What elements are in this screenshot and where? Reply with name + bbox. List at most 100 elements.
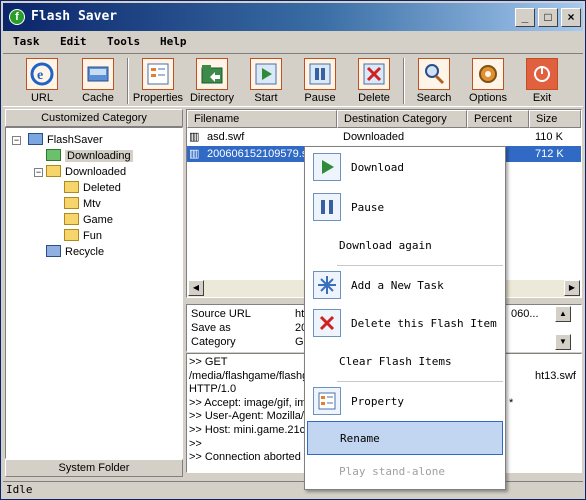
add-task-icon [313, 271, 341, 299]
toolbar-separator [127, 58, 129, 104]
menu-item-label: Rename [340, 432, 380, 445]
tree-node-flashsaver[interactable]: FlashSaver [28, 132, 103, 148]
downloading-folder-icon [46, 149, 61, 161]
scroll-left-button[interactable]: ◀ [188, 280, 204, 296]
pause-icon [313, 193, 341, 221]
tree-node-downloading[interactable]: Downloading [46, 148, 133, 164]
customized-category-header[interactable]: Customized Category [5, 109, 183, 127]
menu-task[interactable]: Task [13, 35, 40, 48]
column-header-percent[interactable]: Percent [467, 110, 529, 128]
tree-node-downloaded[interactable]: Downloaded [46, 164, 126, 180]
menu-help[interactable]: Help [160, 35, 187, 48]
menu-item-label: Download [351, 161, 404, 174]
search-button[interactable]: Search [407, 56, 461, 106]
property-icon [313, 387, 341, 415]
menu-separator [337, 265, 503, 266]
folder-icon [64, 213, 79, 225]
tree-node-deleted[interactable]: Deleted [64, 180, 121, 196]
column-header-filename[interactable]: Filename [187, 110, 337, 128]
scroll-right-button[interactable]: ▶ [564, 280, 580, 296]
log-text: >> [189, 437, 202, 450]
tree-collapse-toggle[interactable]: − [34, 168, 43, 177]
pause-button[interactable]: Pause [293, 56, 347, 106]
detail-label: Source URL [191, 308, 251, 320]
menu-item-add-new-task[interactable]: Add a New Task [307, 269, 503, 303]
exit-button[interactable]: Exit [515, 56, 569, 106]
menu-edit[interactable]: Edit [60, 35, 87, 48]
log-text: HTTP/1.0 [189, 383, 237, 396]
menu-tools[interactable]: Tools [107, 35, 140, 48]
menu-item-label: Pause [351, 201, 385, 214]
menu-item-clear-flash-items[interactable]: Clear Flash Items [307, 345, 503, 379]
scroll-down-button[interactable]: ▼ [555, 334, 571, 350]
downloaded-folder-icon [46, 165, 61, 177]
tree-collapse-toggle[interactable]: − [12, 136, 21, 145]
log-text: >> Connection aborted o [189, 451, 311, 464]
tree-label: FlashSaver [47, 134, 103, 146]
delete-button[interactable]: Delete [347, 56, 401, 106]
menu-item-label: Property [351, 395, 404, 408]
tree-node-recycle[interactable]: Recycle [46, 244, 104, 260]
pause-icon [304, 58, 336, 90]
tree-label: Fun [83, 230, 102, 242]
menu-separator [337, 381, 503, 382]
menu-item-download[interactable]: Download [307, 151, 503, 185]
directory-button[interactable]: Directory [185, 56, 239, 106]
cache-icon [82, 58, 114, 90]
start-button[interactable]: Start [239, 56, 293, 106]
log-text-tail: * [509, 396, 514, 409]
url-button[interactable]: e URL [15, 56, 69, 106]
delete-icon [358, 58, 390, 90]
detail-label: Category [191, 336, 236, 348]
table-row[interactable]: ▥ asd.swf Downloaded 110 K [187, 129, 581, 145]
tree-node-game[interactable]: Game [64, 212, 113, 228]
properties-button-label: Properties [132, 92, 184, 104]
menu-item-rename[interactable]: Rename [307, 421, 503, 455]
column-header-category[interactable]: Destination Category [337, 110, 467, 128]
cache-button-label: Cache [82, 92, 114, 104]
log-text: >> Host: mini.game.21cn [189, 423, 312, 436]
menu-item-label: Play stand-alone [339, 465, 445, 478]
log-text: >> GET [189, 356, 228, 368]
tree-node-fun[interactable]: Fun [64, 228, 102, 244]
close-button[interactable]: × [561, 8, 581, 27]
properties-button[interactable]: Properties [131, 56, 185, 106]
options-button[interactable]: Options [461, 56, 515, 106]
detail-label: Save as [191, 322, 231, 334]
toolbar: e URL Cache Properties Directory Start P… [3, 53, 583, 107]
menu-item-property[interactable]: Property [307, 385, 503, 419]
menu-item-label: Clear Flash Items [339, 355, 452, 368]
url-icon: e [26, 58, 58, 90]
row-size: 110 K [535, 131, 563, 143]
menu-item-label: Delete this Flash Item [351, 317, 497, 330]
log-text: >> Accept: image/gif, ima [189, 396, 313, 409]
system-folder-button[interactable]: System Folder [5, 459, 183, 477]
maximize-button[interactable]: □ [538, 8, 558, 27]
url-button-label: URL [30, 92, 53, 104]
column-header-size[interactable]: Size [529, 110, 581, 128]
menu-item-download-again[interactable]: Download again [307, 229, 503, 263]
tree-label: Downloaded [65, 166, 127, 178]
options-icon [472, 58, 504, 90]
search-button-label: Search [416, 92, 452, 104]
detail-row-category: Category Ga [191, 335, 310, 349]
exit-button-label: Exit [532, 92, 552, 104]
menu-item-delete-flash-item[interactable]: Delete this Flash Item [307, 307, 503, 341]
tree-label: Recycle [65, 246, 105, 258]
tree-label: Game [83, 214, 113, 226]
menu-bar: Task Edit Tools Help [3, 32, 583, 52]
window-title: Flash Saver [31, 9, 118, 24]
minimize-button[interactable]: _ [515, 8, 535, 27]
row-size: 712 K [535, 148, 564, 160]
tree-label: Mtv [83, 198, 101, 210]
log-text: /media/flashgame/flashg [189, 369, 309, 382]
recycle-bin-icon [46, 245, 61, 257]
scroll-up-button[interactable]: ▲ [555, 306, 571, 322]
tree-node-mtv[interactable]: Mtv [64, 196, 101, 212]
menu-item-pause[interactable]: Pause [307, 191, 503, 225]
row-category: Downloaded [343, 131, 405, 143]
title-bar[interactable]: f Flash Saver _ □ × [3, 3, 583, 31]
tree-label: Downloading [65, 150, 133, 162]
exit-icon [526, 58, 558, 90]
cache-button[interactable]: Cache [71, 56, 125, 106]
